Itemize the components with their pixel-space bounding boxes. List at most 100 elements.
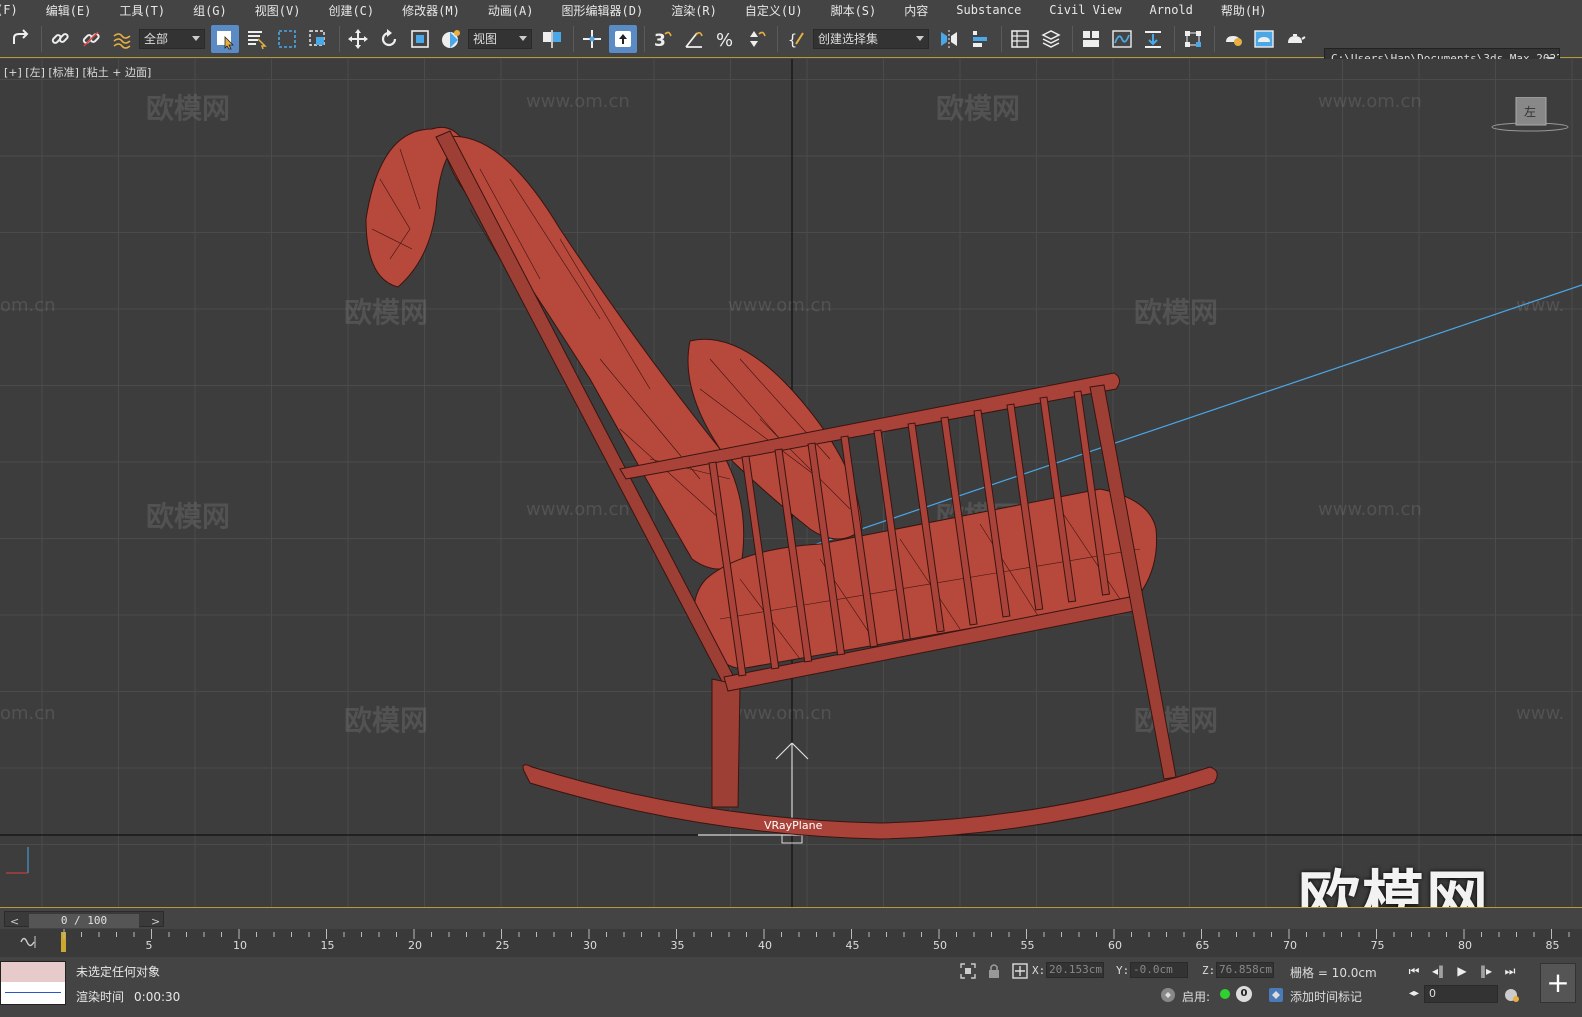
time-slider-track[interactable]: < 0 / 100 >: [4, 911, 164, 928]
named-selection-dropdown[interactable]: 创建选择集: [813, 28, 929, 49]
scene-explorer-button[interactable]: [1006, 25, 1034, 53]
keyboard-shortcut-icon: [615, 30, 631, 47]
schematic-view-button[interactable]: [1139, 25, 1167, 53]
menu-civil-view[interactable]: Civil View: [1035, 3, 1135, 17]
bind-space-warp-button[interactable]: [108, 25, 136, 53]
percent-snap-button[interactable]: %: [711, 25, 739, 53]
menu-animation[interactable]: 动画(A): [474, 2, 548, 19]
render-time-label: 渲染时间: [76, 990, 125, 1004]
status-bar: 未选定任何对象 渲染时间 0:00:30 X: 20.153cm Y: -0.0c…: [0, 957, 1582, 1017]
ruler-tick-label: 85: [1545, 939, 1560, 952]
prev-frame-button[interactable]: ◂‖: [1428, 962, 1448, 980]
selection-filter-value: 全部: [144, 32, 169, 46]
select-by-name-button[interactable]: [242, 25, 270, 53]
goto-end-button[interactable]: ⏭: [1500, 962, 1520, 980]
enable-count-badge[interactable]: 0: [1236, 986, 1252, 1002]
render-time-value: 0:00:30: [134, 990, 181, 1004]
angle-snap-button[interactable]: [680, 25, 708, 53]
left-viewport[interactable]: [+] [左] [标准] [粘土 + 边面] 欧模网 www.om.cn 欧模网…: [0, 59, 1582, 907]
front-leg-rear: [711, 678, 741, 808]
menu-content[interactable]: 内容: [890, 2, 942, 19]
maxscript-mini-listener[interactable]: [0, 961, 66, 1005]
selection-filter-dropdown[interactable]: 全部: [139, 28, 205, 49]
viewcube-face-label: 左: [1524, 105, 1537, 119]
menu-scripting[interactable]: 脚本(S): [817, 2, 891, 19]
select-manipulate-button[interactable]: [578, 25, 606, 53]
link-button[interactable]: [46, 25, 74, 53]
menu-rendering[interactable]: 渲染(R): [657, 2, 731, 19]
menu-graph-editors[interactable]: 图形编辑器(D): [548, 2, 658, 19]
pivot-icon: [543, 29, 561, 48]
spinner-snap-button[interactable]: [742, 25, 770, 53]
frame-window-icon: [1254, 29, 1274, 48]
menu-arnold[interactable]: Arnold: [1136, 3, 1207, 17]
track-ruler[interactable]: [62, 929, 1582, 957]
x-coordinate-field[interactable]: 20.153cm: [1046, 962, 1104, 978]
time-slider-next-button[interactable]: >: [151, 915, 160, 928]
selection-lock-icon[interactable]: [986, 963, 1002, 979]
time-tag-icon[interactable]: [1268, 987, 1284, 1003]
next-frame-button[interactable]: ‖▸: [1476, 962, 1496, 980]
render-setup-button[interactable]: [1219, 25, 1247, 53]
z-coordinate-field[interactable]: 76.858cm: [1216, 962, 1274, 978]
mirror-button[interactable]: [935, 25, 963, 53]
absolute-mode-icon[interactable]: [1012, 963, 1028, 979]
rotate-button[interactable]: [375, 25, 403, 53]
reference-coord-dropdown[interactable]: 视图: [468, 28, 532, 49]
listener-macro-field[interactable]: [1, 962, 65, 982]
menu-help[interactable]: 帮助(H): [1207, 2, 1281, 19]
scale-button[interactable]: [406, 25, 434, 53]
menu-views[interactable]: 视图(V): [241, 2, 315, 19]
play-button[interactable]: ▶: [1452, 962, 1472, 980]
menu-customize[interactable]: 自定义(U): [731, 2, 817, 19]
menu-create[interactable]: 创建(C): [314, 2, 388, 19]
redo-button[interactable]: [6, 25, 34, 53]
ruler-tick-label: 50: [933, 939, 947, 952]
keyboard-shortcut-toggle[interactable]: [609, 24, 637, 53]
menu-group[interactable]: 组(G): [179, 2, 241, 19]
layer-explorer-button[interactable]: [1037, 25, 1065, 53]
current-frame-field[interactable]: 0: [1424, 985, 1498, 1003]
adaptive-degradation-icon[interactable]: [1160, 987, 1176, 1003]
edit-named-selection-button[interactable]: {: [782, 25, 810, 53]
teapot-icon: [1288, 33, 1306, 43]
time-slider-label[interactable]: 0 / 100: [29, 914, 139, 928]
menu-modifiers[interactable]: 修改器(M): [388, 2, 474, 19]
window-crossing-button[interactable]: [304, 25, 332, 53]
key-mode-toggle[interactable]: ◂▸: [1404, 985, 1424, 1003]
isolate-selection-icon[interactable]: [960, 963, 976, 979]
curve-editor-button[interactable]: [1108, 25, 1136, 53]
move-button[interactable]: [344, 25, 372, 53]
align-button[interactable]: [966, 25, 994, 53]
mini-curve-editor-icon[interactable]: [20, 935, 38, 952]
material-editor-button[interactable]: [1179, 25, 1207, 53]
toolbar-separator: [41, 25, 42, 52]
menu-substance[interactable]: Substance: [942, 3, 1035, 17]
menu-edit[interactable]: 编辑(E): [32, 2, 106, 19]
selection-status: 未选定任何对象: [76, 965, 161, 979]
select-object-button[interactable]: [211, 24, 239, 53]
time-slider[interactable]: < 0 / 100 >: [0, 907, 1582, 929]
walk-through-button[interactable]: +: [1540, 963, 1576, 1003]
unlink-button[interactable]: [77, 25, 105, 53]
material-editor-icon: [1185, 30, 1201, 47]
menu-bar: (F) 编辑(E) 工具(T) 组(G) 视图(V) 创建(C) 修改器(M) …: [0, 0, 1582, 20]
pivot-center-button[interactable]: [538, 25, 566, 53]
menu-file[interactable]: (F): [0, 3, 32, 17]
time-slider-prev-button[interactable]: <: [10, 915, 19, 928]
rendered-frame-window-button[interactable]: [1250, 25, 1278, 53]
time-config-icon[interactable]: [1504, 987, 1520, 1003]
y-coordinate-field[interactable]: -0.0cm: [1130, 962, 1188, 978]
toolbar-separator: [573, 25, 574, 52]
space-warp-icon: [113, 32, 131, 49]
add-time-tag-button[interactable]: 添加时间标记: [1290, 988, 1362, 1005]
track-bar[interactable]: 5 10 15 20 25 30 35 40 45 50 55 60 65 70 75 80 85: [0, 929, 1582, 957]
render-production-button[interactable]: [1281, 25, 1309, 53]
menu-tools[interactable]: 工具(T): [105, 2, 179, 19]
goto-start-button[interactable]: ⏮: [1404, 962, 1424, 980]
place-button[interactable]: [437, 25, 465, 53]
snaps-toggle-button[interactable]: 3: [649, 25, 677, 53]
viewcube[interactable]: 左: [1490, 96, 1570, 135]
rectangular-selection-button[interactable]: [273, 25, 301, 53]
ribbon-toggle-button[interactable]: [1077, 25, 1105, 53]
